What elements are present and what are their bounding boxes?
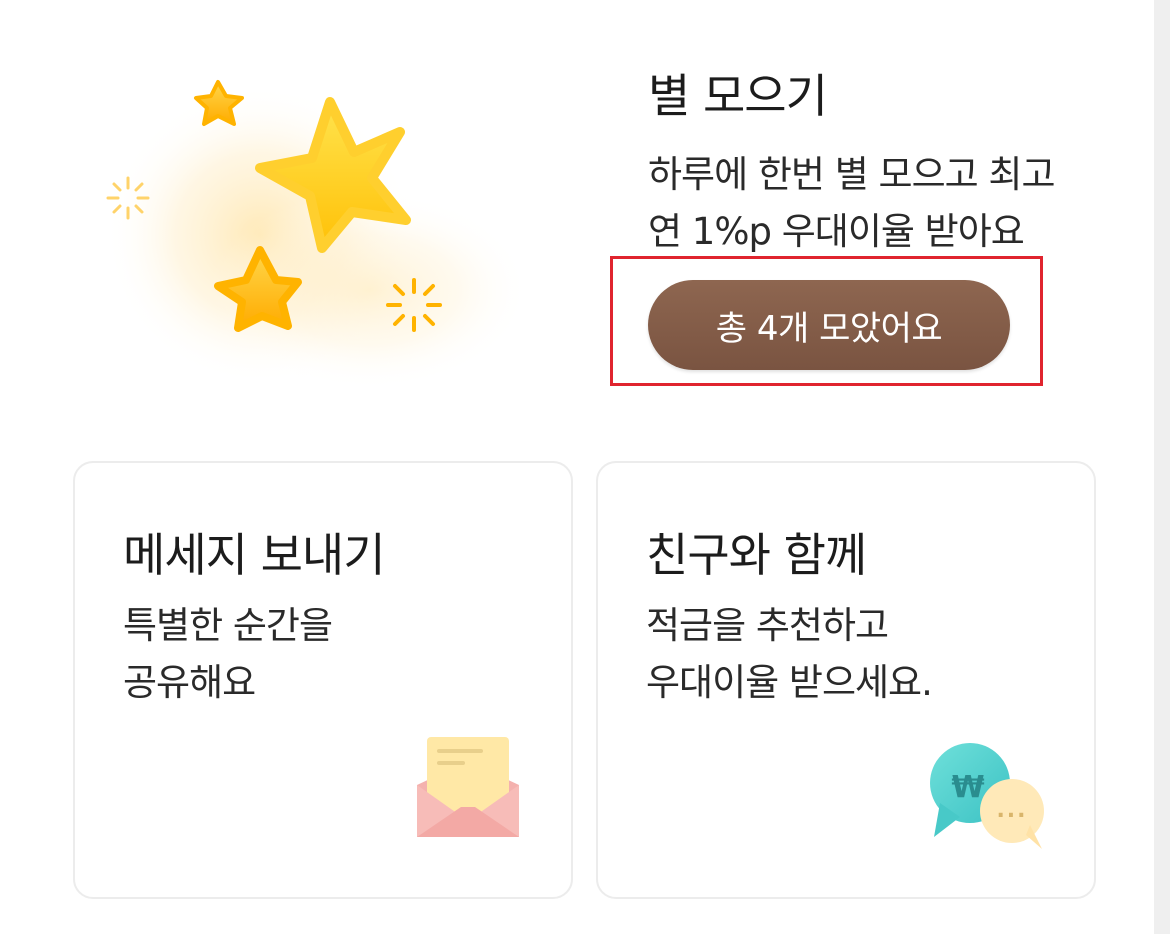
star-desc-line1: 하루에 한번 별 모으고 최고 [648,153,1055,196]
friend-card-title: 친구와 함께 [646,528,867,582]
star-collect-title: 별 모으기 [648,69,828,123]
message-desc-line2: 공유해요 [123,661,256,704]
stars-illustration [90,60,550,400]
chat-bubbles-won-icon: ₩ ... [926,741,1050,853]
friend-desc-line1: 적금을 추천하고 [646,604,889,647]
message-card-description: 특별한 순간을 공유해요 [123,597,333,711]
ellipsis-glyph: ... [996,798,1027,823]
friend-card-description: 적금을 추천하고 우대이율 받으세요. [646,597,933,711]
star-collect-description: 하루에 한번 별 모으고 최고 연 1%p 우대이율 받아요 [648,146,1055,260]
message-desc-line1: 특별한 순간을 [123,604,333,647]
scrollbar-track[interactable] [1154,0,1170,934]
message-card-title: 메세지 보내기 [123,528,386,582]
message-card[interactable]: 메세지 보내기 특별한 순간을 공유해요 [73,461,573,899]
friend-desc-line2: 우대이율 받으세요. [646,661,933,704]
star-desc-line2: 연 1%p 우대이율 받아요 [648,210,1025,253]
star-count-button[interactable]: 총 4개 모았어요 [648,280,1010,370]
envelope-letter-icon [413,733,523,843]
won-glyph: ₩ [951,770,984,805]
friend-card[interactable]: 친구와 함께 적금을 추천하고 우대이율 받으세요. ₩ ... [596,461,1096,899]
